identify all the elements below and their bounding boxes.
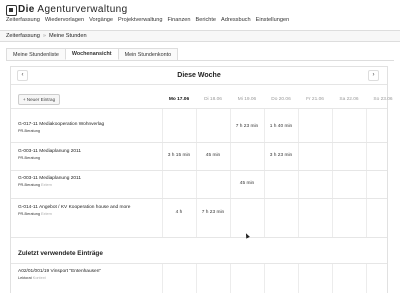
view-tabs: Meine Stundenliste Wochenansicht Mein St… [6, 48, 179, 60]
hours-cell[interactable]: 45 min [196, 153, 230, 158]
app-header: Die Agenturverwaltung Zeiterfassung Wied… [0, 0, 400, 25]
app-title: Die Agenturverwaltung [18, 4, 128, 15]
day-header-tue: Di 18.06 [204, 97, 222, 102]
week-title: Diese Woche [177, 72, 221, 79]
grid-divider [196, 264, 197, 293]
grid-divider [11, 142, 387, 143]
week-panel: ‹ Diese Woche › + Neuer Eintrag Mo 17.06… [10, 66, 393, 293]
entry-subtitle: PR-Beratung [18, 156, 40, 160]
tab-wochenansicht[interactable]: Wochenansicht [64, 48, 119, 60]
day-header-wed: Mi 19.06 [237, 97, 257, 102]
entry-title[interactable]: G-003-11 Mediaplanung 2011 [18, 176, 81, 181]
grid-divider [298, 109, 299, 238]
hours-cell[interactable]: 3 h 15 min [162, 153, 196, 158]
entry-title[interactable]: G-014-11 Angebot / KV Kooperation house … [18, 205, 130, 210]
menu-item-berichte[interactable]: Berichte [196, 17, 217, 23]
entry-subtitle: PR-Beratung Extern [18, 212, 52, 216]
hours-cell[interactable]: 4 h [162, 210, 196, 215]
menu-item-vorgaenge[interactable]: Vorgänge [89, 17, 113, 23]
hours-cell[interactable]: 1 h 40 min [264, 124, 298, 129]
day-header-sun: So 23.06 [373, 97, 393, 102]
main-menu: Zeiterfassung Wiedervorlagen Vorgänge Pr… [6, 17, 289, 23]
grid-divider [11, 198, 387, 199]
grid-divider [162, 109, 163, 238]
entry-title[interactable]: G-003-11 Mediaplanung 2011 [18, 149, 81, 154]
day-header-mon: Mo 17.06 [168, 97, 190, 102]
breadcrumb-current: Meine Stunden [49, 33, 87, 39]
menu-item-einstellungen[interactable]: Einstellungen [256, 17, 290, 23]
hours-cell[interactable]: 45 min [230, 181, 264, 186]
entry-title[interactable]: G-017-11 Mediakooperation Wohnverlag [18, 122, 104, 127]
week-navigation: ‹ Diese Woche › [11, 67, 387, 85]
menu-item-projektverwaltung[interactable]: Projektverwaltung [118, 17, 162, 23]
recent-entry-subtitle: Lektorat Kontext [18, 276, 46, 280]
hours-cell[interactable]: 3 h 23 min [264, 153, 298, 158]
app-logo-icon [6, 5, 17, 16]
menu-item-wiedervorlagen[interactable]: Wiedervorlagen [45, 17, 84, 23]
next-week-button[interactable]: › [368, 70, 379, 81]
breadcrumb: Zeiterfassung » Meine Stunden [0, 30, 400, 42]
grid-divider [332, 264, 333, 293]
day-header-sat: Sa 22.06 [339, 97, 359, 102]
day-header-thu: Do 20.06 [271, 97, 291, 102]
grid-divider [230, 264, 231, 293]
entry-subtitle: PR-Beratung Extern [18, 183, 52, 187]
grid-divider [196, 109, 197, 238]
tab-stundenliste[interactable]: Meine Stundenliste [6, 48, 66, 60]
grid-divider [11, 237, 387, 238]
day-header-fri: Fr 21.06 [306, 97, 324, 102]
add-entry-button[interactable]: + Neuer Eintrag [18, 94, 60, 105]
recent-entries-title: Zuletzt verwendete Einträge [18, 250, 103, 257]
breadcrumb-root[interactable]: Zeiterfassung [6, 33, 40, 39]
tab-stundenkonto[interactable]: Mein Stundenkonto [117, 48, 179, 60]
grid-divider [11, 108, 387, 109]
grid-divider [332, 109, 333, 238]
tabs-divider [6, 60, 394, 61]
hours-cell[interactable]: 7 h 23 min [196, 210, 230, 215]
menu-item-adressbuch[interactable]: Adressbuch [221, 17, 251, 23]
grid-divider [264, 264, 265, 293]
menu-item-zeiterfassung[interactable]: Zeiterfassung [6, 17, 40, 23]
grid-divider [11, 263, 387, 264]
hours-cell[interactable]: 7 h 23 min [230, 124, 264, 129]
grid-divider [366, 109, 367, 238]
entry-subtitle: PR-Beratung [18, 129, 40, 133]
grid-divider [162, 264, 163, 293]
grid-divider [366, 264, 367, 293]
grid-divider [11, 170, 387, 171]
recent-entry-title[interactable]: A02/01/001/19 Vinsport "Entenhausen" [18, 269, 101, 274]
menu-item-finanzen[interactable]: Finanzen [168, 17, 191, 23]
grid-divider [298, 264, 299, 293]
breadcrumb-separator: » [42, 33, 47, 39]
